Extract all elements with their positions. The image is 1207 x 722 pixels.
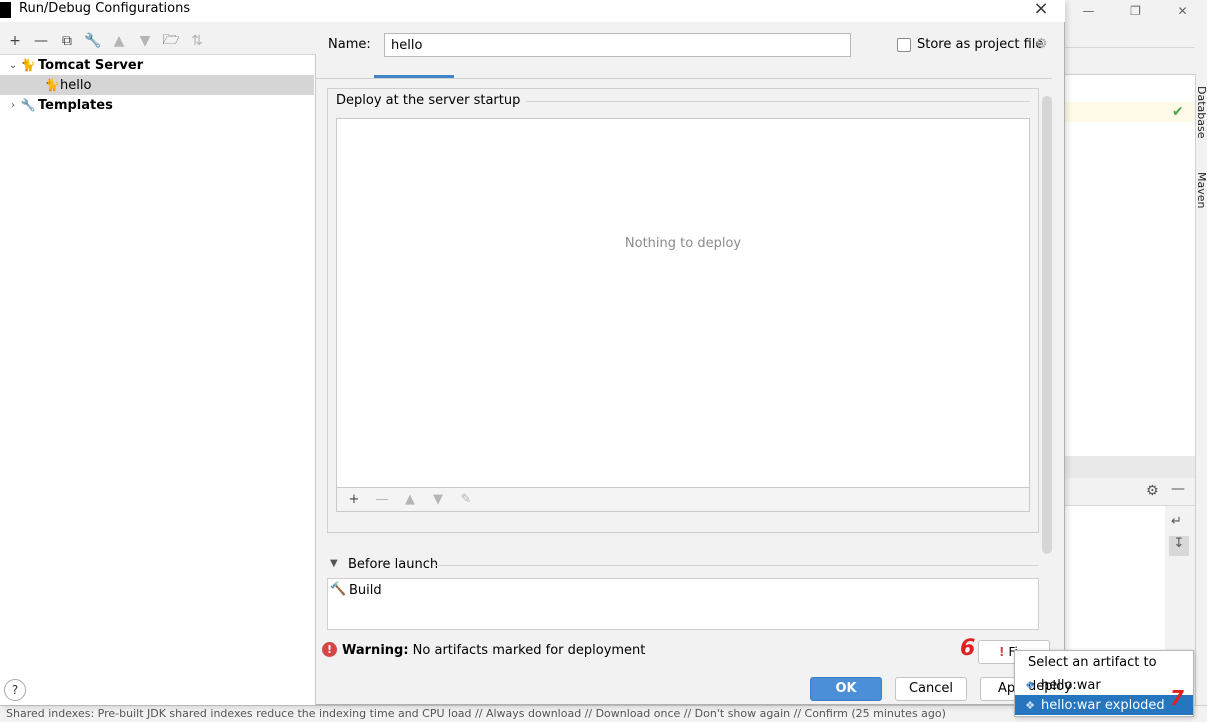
warning-text: No artifacts marked for deployment (412, 643, 646, 658)
ide-editor[interactable] (1065, 74, 1195, 464)
folder-add-icon[interactable]: 🗁 (162, 32, 180, 50)
popup-item-hello-war[interactable]: ❖ hello:war (1015, 675, 1193, 695)
tree-item-templates[interactable]: › 🔧 Templates (0, 95, 314, 115)
move-up-icon[interactable]: ▲ (110, 32, 128, 50)
before-launch-item-build[interactable]: Build (349, 583, 382, 598)
group-divider (506, 101, 1030, 102)
error-icon: ! (322, 642, 337, 657)
gear-icon[interactable]: ⚙ (1035, 36, 1048, 52)
chevron-down-icon[interactable]: ▼ (330, 558, 338, 569)
close-dialog-icon[interactable]: × (1031, 0, 1051, 20)
before-launch-list[interactable] (327, 578, 1039, 630)
warning-message: Warning: No artifacts marked for deploym… (342, 643, 645, 658)
popup-item-label: hello:war exploded (1041, 697, 1165, 713)
chevron-right-icon[interactable]: › (6, 100, 20, 111)
tree-item-hello[interactable]: 🐈 hello (0, 75, 314, 95)
group-divider (434, 565, 1039, 566)
scroll-to-end-icon[interactable]: ↧ (1169, 536, 1189, 556)
config-tree: ⌄ 🐈 Tomcat Server 🐈 hello › 🔧 Templates (0, 54, 316, 705)
soft-wrap-icon[interactable]: ↵ (1171, 514, 1182, 529)
artifact-icon: ❖ (1025, 698, 1035, 712)
move-down-icon[interactable]: ▼ (136, 32, 154, 50)
add-icon[interactable]: + (345, 491, 363, 509)
help-button[interactable]: ? (4, 679, 26, 701)
store-as-project-file-label[interactable]: Store as project file (917, 37, 1043, 52)
name-label: Name: (328, 37, 371, 52)
wrench-icon[interactable]: 🔧 (84, 32, 102, 50)
popup-item-label: hello:war (1041, 677, 1101, 693)
empty-list-text: Nothing to deploy (624, 236, 742, 251)
database-tool-tab[interactable]: Database (1194, 86, 1207, 139)
remove-icon[interactable]: — (32, 32, 50, 50)
config-toolbar: + — ⧉ 🔧 ▲ ▼ 🗁 ⇅ (0, 30, 316, 52)
tomcat-icon: 🐈 (20, 58, 36, 72)
annotation-step-6: 6 (960, 636, 976, 661)
add-icon[interactable]: + (6, 32, 24, 50)
name-input[interactable] (384, 33, 851, 57)
build-hammer-icon: 🔨 (330, 582, 347, 597)
copy-icon[interactable]: ⧉ (58, 32, 76, 50)
tomcat-config-icon: 🐈 (44, 78, 60, 92)
chevron-down-icon[interactable]: ⌄ (6, 60, 20, 71)
ok-button[interactable]: OK (810, 677, 882, 701)
restore-icon[interactable]: ❐ (1112, 0, 1159, 22)
edit-icon[interactable]: ✎ (457, 491, 475, 509)
intellij-app-icon (0, 2, 11, 18)
artifact-select-popup: Select an artifact to deploy ❖ hello:war… (1014, 650, 1194, 717)
tree-item-label: hello (60, 77, 92, 93)
cancel-button[interactable]: Cancel (895, 677, 967, 701)
ide-bottom-panel-header: ⚙ — (1065, 478, 1195, 506)
ide-console-tools: ↵ ↧ (1165, 506, 1195, 656)
remove-icon[interactable]: — (373, 491, 391, 509)
gear-icon[interactable]: ⚙ (1146, 483, 1159, 499)
popup-item-hello-war-exploded[interactable]: ❖ hello:war exploded (1015, 695, 1193, 715)
dialog-title: Run/Debug Configurations (19, 1, 191, 16)
warning-label: Warning: (342, 643, 409, 658)
before-launch-title[interactable]: Before launch (348, 557, 438, 572)
annotation-step-7: 7 (1170, 686, 1184, 710)
deploy-group-title: Deploy at the server startup (336, 93, 527, 108)
move-up-icon[interactable]: ▲ (401, 491, 419, 509)
sort-icon[interactable]: ⇅ (188, 32, 206, 50)
ide-toolbar (1065, 22, 1195, 48)
move-down-icon[interactable]: ▼ (429, 491, 447, 509)
hide-panel-icon[interactable]: — (1171, 481, 1185, 497)
tree-item-label: Templates (38, 97, 113, 113)
maven-tool-tab[interactable]: Maven (1194, 172, 1207, 208)
ide-bottom-scroll (1065, 456, 1195, 478)
wrench-icon: 🔧 (20, 98, 36, 112)
deploy-list-toolbar: + — ▲ ▼ ✎ (336, 488, 1030, 512)
minimize-icon[interactable]: — (1065, 0, 1112, 22)
vertical-scrollbar[interactable] (1042, 96, 1052, 554)
artifact-icon: ❖ (1025, 678, 1035, 692)
close-window-icon[interactable]: ✕ (1159, 0, 1206, 22)
tree-item-label: Tomcat Server (38, 57, 144, 73)
check-icon: ✔ (1172, 104, 1184, 120)
popup-title: Select an artifact to deploy (1028, 655, 1157, 694)
window-controls: — ❐ ✕ (1065, 0, 1207, 22)
store-as-project-file-checkbox[interactable] (897, 38, 911, 52)
deploy-artifact-list[interactable] (336, 118, 1030, 488)
tree-item-tomcat-server[interactable]: ⌄ 🐈 Tomcat Server (0, 55, 314, 75)
error-icon: ! (999, 645, 1005, 659)
